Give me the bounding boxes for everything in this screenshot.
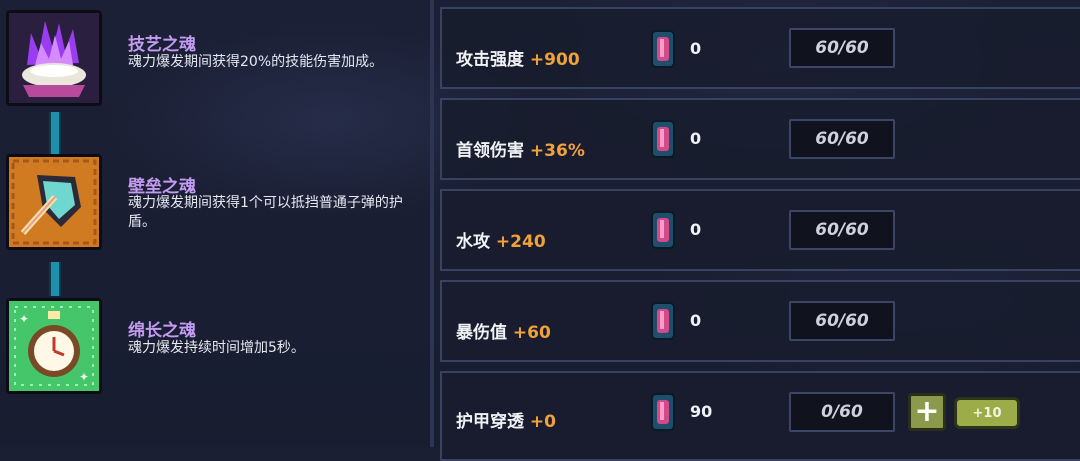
stat-row-armor-penetration: 护甲穿透 +0 90 0/60 + +10 [440,371,1080,461]
gem-count: 0 [690,39,702,58]
level-cap: 60/60 [789,210,895,250]
gem-count: 0 [690,129,702,148]
stopwatch-icon: ✦ ✦ [6,298,102,394]
stat-row-boss-damage: 首领伤害 +36% 0 60/60 [440,98,1080,180]
stat-label: 水攻 +240 [456,227,546,252]
soul-item-longevity[interactable]: ✦ ✦ 绵长之魂 魂力爆发持续时间增加5秒。 [0,296,430,396]
add-ten-button[interactable]: +10 [954,397,1020,429]
soul-description: 魂力爆发期间获得20%的技能伤害加成。 [128,54,384,70]
stat-bonus: +36% [529,141,585,161]
soul-gem-icon [651,302,675,340]
stat-label: 首领伤害 +36% [456,136,585,161]
soul-gem-icon [651,120,675,158]
panel-divider [430,0,434,447]
level-cap: 60/60 [789,301,895,341]
stat-bonus: +60 [512,323,551,343]
svg-text:✦: ✦ [19,312,29,326]
stat-row-crit-damage: 暴伤值 +60 0 60/60 [440,280,1080,362]
gem-count: 90 [690,402,713,421]
gem-count: 0 [690,220,702,239]
stat-row-attack: 攻击强度 +900 0 60/60 [440,7,1080,89]
plus-icon: + [914,394,940,429]
stat-label: 暴伤值 +60 [456,318,551,343]
stat-row-water-attack: 水攻 +240 0 60/60 [440,189,1080,271]
level-cap: 60/60 [789,119,895,159]
level-cap: 0/60 [789,392,895,432]
soul-title: 绵长之魂 [128,321,196,341]
soul-title: 技艺之魂 [128,35,196,55]
soul-description: 魂力爆发持续时间增加5秒。 [128,340,305,356]
stat-label: 护甲穿透 +0 [456,407,556,432]
soul-gem-icon [651,30,675,68]
soul-gem-icon [651,211,675,249]
level-cap: 60/60 [789,28,895,68]
stat-name: 护甲穿透 [456,412,524,432]
soul-item-bulwark[interactable]: 壁垒之魂 魂力爆发期间获得1个可以抵挡普通子弹的护盾。 [0,152,430,252]
stat-bonus: +240 [495,232,546,252]
svg-text:✦: ✦ [79,370,89,384]
stat-name: 攻击强度 [456,50,524,70]
stat-name: 首领伤害 [456,141,524,161]
add-one-button[interactable]: + [908,393,946,431]
soul-gem-icon [651,393,675,431]
soul-item-skill[interactable]: 技艺之魂 魂力爆发期间获得20%的技能伤害加成。 [0,8,430,108]
stat-name: 水攻 [456,232,490,252]
purple-flame-orb-icon [6,10,102,106]
stat-bonus: +900 [529,50,580,70]
stat-name: 暴伤值 [456,323,507,343]
soul-connector [49,112,61,154]
stat-label: 攻击强度 +900 [456,45,580,70]
stat-bonus: +0 [529,412,556,432]
gem-count: 0 [690,311,702,330]
soul-description: 魂力爆发期间获得1个可以抵挡普通子弹的护盾。 [128,195,403,230]
soul-connector [49,262,61,296]
shield-axe-icon [6,154,102,250]
